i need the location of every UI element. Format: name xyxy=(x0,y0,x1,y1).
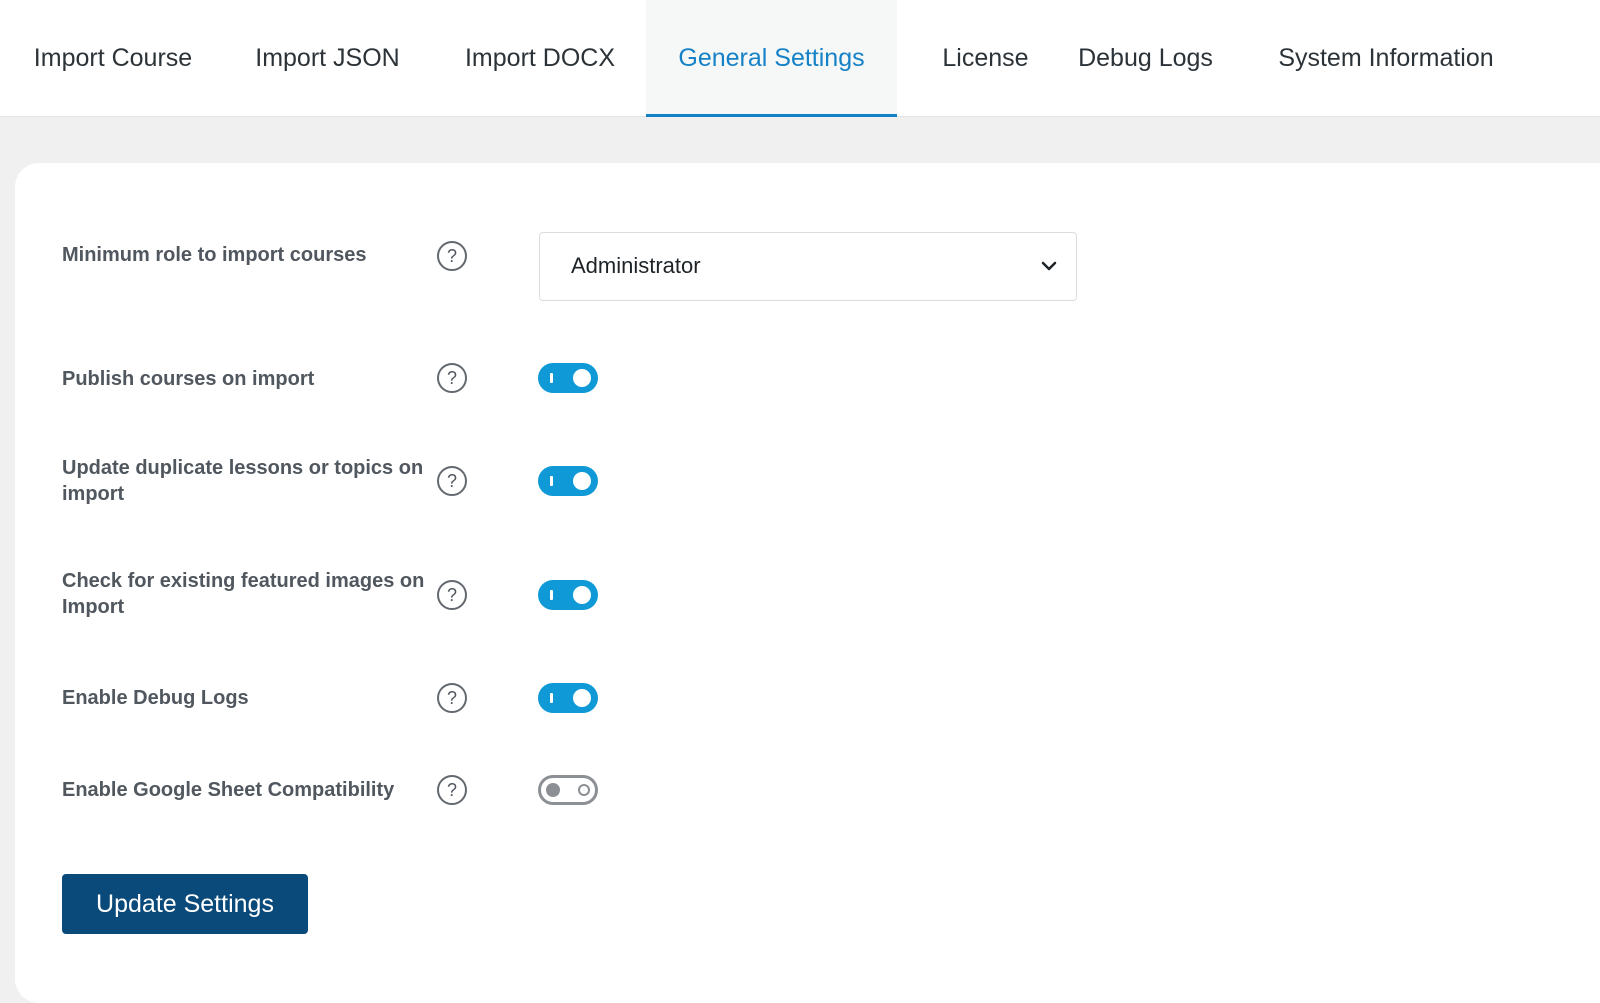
google-sheet-label: Enable Google Sheet Compatibility xyxy=(62,779,395,801)
toggle-on-bar xyxy=(550,590,553,600)
tab-system-information[interactable]: System Information xyxy=(1262,0,1510,117)
toggle-on-bar xyxy=(550,476,553,486)
toggle-knob xyxy=(573,689,591,707)
toggle-off-ring xyxy=(578,784,590,796)
check-images-label: Check for existing featured images on Im… xyxy=(62,570,425,618)
tab-general-settings[interactable]: General Settings xyxy=(646,0,897,117)
question-circle-icon[interactable]: ? xyxy=(437,580,467,610)
toggle-on-bar xyxy=(550,373,553,383)
debug-logs-toggle[interactable] xyxy=(538,683,598,713)
tab-debug-logs[interactable]: Debug Logs xyxy=(1068,0,1223,117)
toggle-off-dot xyxy=(546,783,560,797)
question-circle-icon[interactable]: ? xyxy=(437,775,467,805)
question-circle-icon[interactable]: ? xyxy=(437,363,467,393)
question-circle-icon[interactable]: ? xyxy=(437,683,467,713)
toggle-knob xyxy=(573,586,591,604)
debug-logs-label: Enable Debug Logs xyxy=(62,687,249,709)
check-images-toggle[interactable] xyxy=(538,580,598,610)
min-role-select[interactable]: Administrator xyxy=(539,232,1077,301)
tab-license[interactable]: License xyxy=(908,0,1063,117)
tab-import-json[interactable]: Import JSON xyxy=(225,0,430,117)
update-settings-button[interactable]: Update Settings xyxy=(62,874,308,934)
toggle-on-bar xyxy=(550,693,553,703)
chevron-down-icon xyxy=(1041,261,1057,271)
tab-import-docx[interactable]: Import DOCX xyxy=(438,0,642,117)
update-duplicates-toggle[interactable] xyxy=(538,466,598,496)
settings-tabs: Import Course Import JSON Import DOCX Ge… xyxy=(0,0,1600,117)
tab-import-course[interactable]: Import Course xyxy=(8,0,218,117)
question-circle-icon[interactable]: ? xyxy=(437,241,467,271)
question-circle-icon[interactable]: ? xyxy=(437,466,467,496)
toggle-knob xyxy=(573,472,591,490)
publish-toggle[interactable] xyxy=(538,363,598,393)
update-duplicates-label: Update duplicate lessons or topics on im… xyxy=(62,457,424,505)
google-sheet-toggle[interactable] xyxy=(538,775,598,805)
toggle-knob xyxy=(573,369,591,387)
min-role-select-value: Administrator xyxy=(571,253,701,278)
min-role-label: Minimum role to import courses xyxy=(62,244,367,266)
publish-label: Publish courses on import xyxy=(62,368,315,390)
